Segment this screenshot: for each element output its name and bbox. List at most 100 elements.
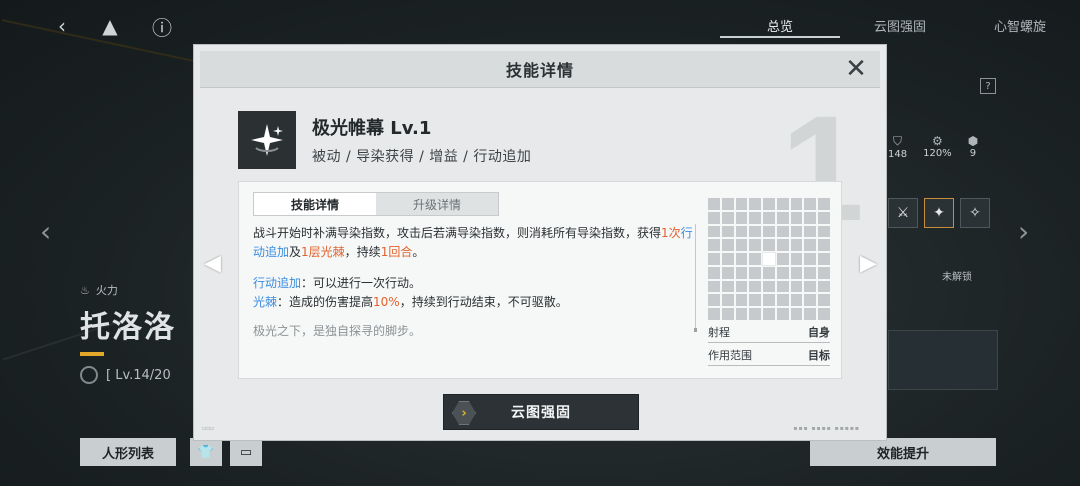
range-cell (790, 266, 803, 279)
range-cell (776, 266, 789, 279)
sofa-icon[interactable]: ▭ (230, 438, 262, 466)
range-cell (790, 211, 803, 224)
range-cell (735, 266, 748, 279)
cloud-enhance-button[interactable]: › 云图强固 (443, 394, 639, 430)
prev-skill-arrow[interactable]: ◀ (204, 251, 221, 276)
range-cell (749, 280, 762, 293)
character-accent-bar (80, 352, 104, 356)
range-cell (708, 253, 720, 265)
range-cell (818, 294, 830, 307)
tab-upgrade-details[interactable]: 升级详情 (376, 193, 498, 215)
upgrade-button[interactable]: 效能提升 (810, 438, 996, 466)
range-cell (749, 308, 762, 320)
tab-skill-details[interactable]: 技能详情 (254, 193, 376, 215)
skill-slot-icon[interactable]: ✦ (924, 198, 954, 228)
range-cell (721, 280, 734, 293)
close-icon[interactable]: ✕ (842, 55, 870, 83)
description-scrollbar[interactable] (695, 224, 696, 328)
range-cell (735, 253, 748, 265)
area-row: 作用范围 目标 (708, 348, 830, 366)
range-cell (790, 294, 803, 307)
shield-icon: ⛉ (893, 134, 903, 148)
range-cell (790, 280, 803, 293)
range-cell (721, 225, 734, 238)
range-cell (776, 211, 789, 224)
term-light-thorn[interactable]: 光棘 (253, 295, 277, 309)
tab-mind-spiral[interactable]: 心智螺旋 (960, 12, 1080, 38)
range-cell (804, 308, 817, 320)
range-cell (721, 198, 734, 210)
skill-name: 极光帷幕 Lv.1 (312, 118, 432, 139)
skill-detail-dialog: 技能详情 ✕ 1 极光帷幕 Lv.1 被动 / 导染获得 / 增益 / 行动追加… (193, 44, 887, 441)
range-cell (708, 266, 720, 279)
warning-triangle-icon[interactable]: ▲ (98, 14, 122, 38)
character-name: 托洛洛 (80, 310, 176, 345)
range-cell (749, 198, 762, 210)
range-cell (763, 198, 775, 210)
skill-slot-icon[interactable]: ✧ (960, 198, 990, 228)
skill-description: 战斗开始时补满导染指数，攻击后若满导染指数，则消耗所有导染指数，获得1次行动追加… (253, 226, 693, 309)
range-cell (708, 280, 720, 293)
skill-slot-icon[interactable]: ⚔ (888, 198, 918, 228)
range-cell (749, 266, 762, 279)
help-icon[interactable]: ? (980, 78, 996, 94)
range-cell (735, 294, 748, 307)
range-cell (818, 211, 830, 224)
term-extra-action[interactable]: 行动追加 (253, 276, 301, 290)
gear-icon: ⚙ (932, 134, 943, 148)
footer-code: ▪▪▪ ▪▪▪▪ ▪▪▪▪▪ (793, 425, 860, 432)
character-info: ♨ 火力 托洛洛 (80, 282, 176, 356)
range-cell (749, 225, 762, 238)
tab-overview[interactable]: 总览 (720, 12, 840, 38)
top-tab-bar: 总览 云图强固 心智螺旋 (720, 12, 1080, 38)
range-cell (763, 294, 775, 307)
range-cell (804, 253, 817, 265)
range-cell (721, 239, 734, 252)
range-cell (804, 239, 817, 252)
range-cell (721, 294, 734, 307)
dialog-header: 技能详情 ✕ (200, 51, 880, 88)
range-cell (721, 211, 734, 224)
skill-icon-row: ⚔ ✦ ✧ (888, 198, 990, 228)
range-cell (763, 266, 775, 279)
range-cell (790, 198, 803, 210)
sparkle-star-icon (238, 111, 296, 169)
range-cell (708, 239, 720, 252)
range-cell (804, 266, 817, 279)
range-cell (818, 308, 830, 320)
range-cell (790, 253, 803, 265)
range-cell (763, 239, 775, 252)
range-cell (749, 294, 762, 307)
doll-list-button[interactable]: 人形列表 (80, 438, 176, 466)
next-skill-arrow[interactable]: ▶ (860, 251, 877, 276)
footer-code: ▫▫▫ (202, 425, 215, 432)
range-cell (776, 225, 789, 238)
weapon-card[interactable] (888, 330, 998, 390)
info-icon[interactable]: ⓘ (150, 14, 174, 40)
prev-character-arrow[interactable]: ‹ (40, 215, 51, 248)
stats-row: ⛉ 148 ⚙ 120% ⬢ 9 (888, 134, 979, 160)
range-cell (763, 211, 775, 224)
range-cell (763, 225, 775, 238)
unlock-label: 未解锁 (942, 272, 972, 283)
next-character-arrow[interactable]: › (1018, 215, 1029, 248)
range-cell (735, 225, 748, 238)
outfit-icon[interactable]: 👕 (190, 438, 222, 466)
range-cell (776, 198, 789, 210)
chevron-right-icon: › (452, 401, 476, 425)
range-cell (790, 308, 803, 320)
back-arrow-icon[interactable]: ‹ (50, 14, 74, 38)
badge-icon: ⬢ (967, 134, 979, 148)
range-cell (818, 225, 830, 238)
range-cell (735, 280, 748, 293)
range-cell (818, 239, 830, 252)
range-cell (708, 294, 720, 307)
range-cell (735, 308, 748, 320)
tab-cloud-enhance[interactable]: 云图强固 (840, 12, 960, 38)
scrollbar-knob[interactable] (694, 328, 697, 332)
range-cell (776, 253, 789, 265)
range-cell (749, 239, 762, 252)
range-cell (776, 280, 789, 293)
range-grid (708, 198, 830, 320)
range-cell (804, 225, 817, 238)
